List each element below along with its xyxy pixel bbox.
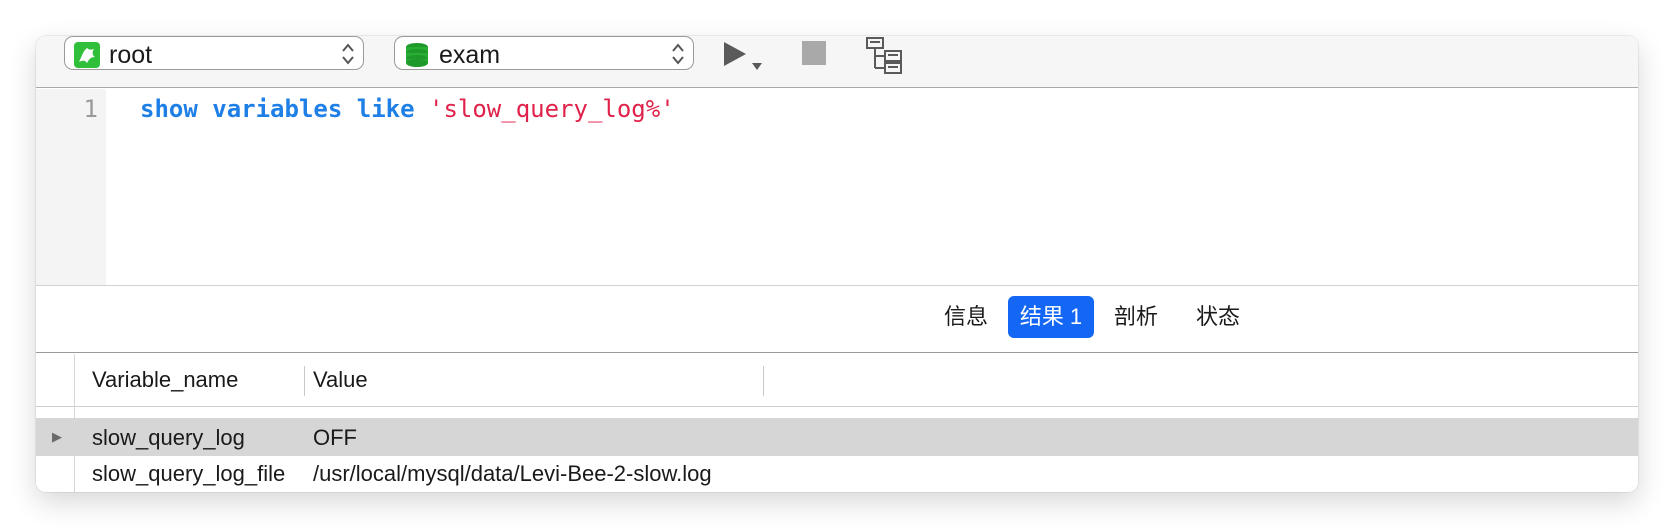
chevron-updown-icon xyxy=(672,43,684,65)
mysql-dolphin-icon xyxy=(74,42,100,68)
column-header-value[interactable]: Value xyxy=(313,367,368,393)
sql-keyword: variables xyxy=(212,95,343,123)
toolbar: root exam xyxy=(36,36,1638,88)
cell-variable-name[interactable]: slow_query_log_file xyxy=(92,461,285,487)
current-row-indicator: ▶ xyxy=(52,429,62,444)
line-number: 1 xyxy=(83,95,98,123)
grid-header: Variable_name Value xyxy=(36,354,1638,407)
dropdown-caret-icon xyxy=(752,63,762,70)
database-icon xyxy=(406,43,428,67)
run-query-button[interactable] xyxy=(722,40,768,74)
table-row[interactable]: slow_query_log_file /usr/local/mysql/dat… xyxy=(36,456,1638,492)
tab-result-1[interactable]: 结果 1 xyxy=(1008,296,1094,338)
result-grid: Variable_name Value ▶ slow_query_log OFF… xyxy=(36,354,1638,492)
chevron-updown-icon xyxy=(342,43,354,65)
user-select-value: root xyxy=(109,41,153,69)
user-connection-select[interactable]: root xyxy=(64,36,364,70)
database-select[interactable]: exam xyxy=(394,36,694,70)
tree-icon xyxy=(866,37,902,74)
column-divider[interactable] xyxy=(763,366,764,396)
cell-value[interactable]: OFF xyxy=(313,425,357,451)
database-select-value: exam xyxy=(439,41,501,69)
tab-status[interactable]: 状态 xyxy=(1188,296,1248,338)
line-number-gutter: 1 xyxy=(36,89,106,285)
column-divider[interactable] xyxy=(304,366,305,396)
result-tabs-bar: 信息 结果 1 剖析 状态 xyxy=(36,286,1638,353)
sql-code-line[interactable]: show variables like 'slow_query_log%' xyxy=(140,95,675,123)
column-header-variable-name[interactable]: Variable_name xyxy=(92,367,238,393)
sql-keyword: like xyxy=(356,95,415,123)
cell-value[interactable]: /usr/local/mysql/data/Levi-Bee-2-slow.lo… xyxy=(313,461,712,487)
play-icon xyxy=(724,42,746,66)
tab-profile[interactable]: 剖析 xyxy=(1106,296,1166,338)
sql-string-literal: 'slow_query_log%' xyxy=(429,95,675,123)
sql-keyword: show xyxy=(140,95,198,123)
query-window: root exam 1 show variables like 'slow_qu… xyxy=(36,36,1638,492)
cell-variable-name[interactable]: slow_query_log xyxy=(92,425,245,451)
tab-info[interactable]: 信息 xyxy=(936,296,996,338)
stop-icon xyxy=(802,41,826,65)
row-gutter-divider xyxy=(74,354,75,492)
sql-editor[interactable]: 1 show variables like 'slow_query_log%' xyxy=(36,89,1638,286)
table-row[interactable]: ▶ slow_query_log OFF xyxy=(36,418,1638,456)
stop-query-button[interactable] xyxy=(801,40,827,66)
explain-button[interactable] xyxy=(865,36,905,74)
